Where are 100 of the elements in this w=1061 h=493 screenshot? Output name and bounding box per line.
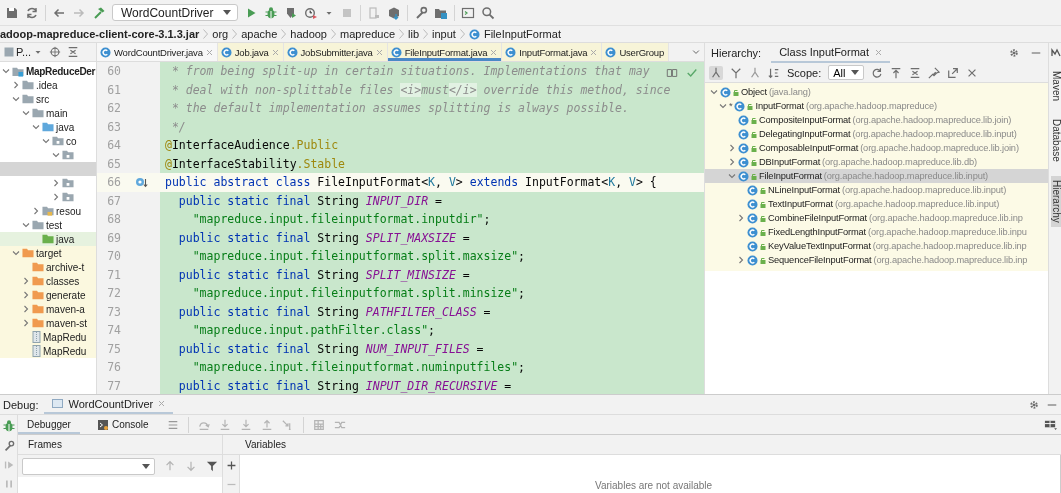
tree-row[interactable]: test: [0, 218, 96, 232]
tree-row[interactable]: .idea: [0, 78, 96, 92]
tree-row[interactable]: maven-a: [0, 302, 96, 316]
editor-tab[interactable]: Job.java: [217, 43, 284, 61]
editor-tab[interactable]: FileInputFormat.java: [387, 43, 503, 61]
editor-tab[interactable]: UserGroup: [602, 43, 670, 61]
close-icon[interactable]: [375, 48, 383, 56]
tree-item-label[interactable]: MapReduceDer: [26, 65, 96, 77]
collapse-chevron-icon[interactable]: [22, 277, 30, 285]
sync-icon[interactable]: [25, 5, 39, 20]
tree-row[interactable]: MapRedu: [0, 344, 96, 358]
tree-row[interactable]: SequenceFileInputFormat (org.apache.hadoop.mapreduce.lib.inp: [705, 253, 1048, 267]
class-name[interactable]: Object: [741, 87, 767, 97]
book-icon[interactable]: [666, 67, 678, 79]
subtypes-icon[interactable]: [749, 66, 761, 79]
class-name[interactable]: KeyValueTextInputFormat: [768, 241, 871, 251]
tree-row[interactable]: MapReduceDer: [0, 64, 96, 78]
collapse-chevron-icon[interactable]: [737, 214, 745, 222]
filter-icon[interactable]: [206, 460, 218, 472]
collapse-chevron-icon[interactable]: [12, 81, 20, 89]
tree-row[interactable]: Object (java.lang): [705, 85, 1048, 99]
supertypes-icon[interactable]: [730, 66, 742, 79]
close-icon[interactable]: [590, 48, 598, 56]
editor-tab[interactable]: WordCountDriver.java: [97, 43, 218, 61]
maven-icon[interactable]: [1051, 47, 1061, 57]
tree-row[interactable]: TextInputFormat (org.apache.hadoop.mapreduce.lib.input): [705, 197, 1048, 211]
tree-item-label[interactable]: co: [66, 135, 77, 147]
class-name[interactable]: FileInputFormat: [759, 171, 822, 181]
tree-item-label[interactable]: maven-st: [46, 317, 88, 329]
debug-tab[interactable]: Debugger: [18, 415, 80, 434]
editor-tab[interactable]: InputFormat.java: [502, 43, 603, 61]
tree-row[interactable]: * InputFormat (org.apache.hadoop.mapreduce): [705, 99, 1048, 113]
class-name[interactable]: CompositeInputFormat: [759, 115, 851, 125]
expand-chevron-icon[interactable]: [728, 172, 736, 180]
scope-dropdown[interactable]: All: [828, 65, 865, 80]
step-into-icon[interactable]: [218, 418, 231, 431]
cube-icon[interactable]: [387, 5, 402, 20]
tree-row[interactable]: co: [0, 134, 96, 148]
tool-window-tab[interactable]: Hierarchy: [1050, 175, 1061, 227]
tree-row[interactable]: maven-st: [0, 316, 96, 330]
tree-item-label[interactable]: test: [46, 219, 63, 231]
up-arrow-icon[interactable]: [164, 460, 176, 472]
class-name[interactable]: FixedLengthInputFormat: [768, 227, 866, 237]
collapse-chevron-icon[interactable]: [22, 291, 30, 299]
expand-chevron-icon[interactable]: [12, 249, 20, 257]
expand-chevron-icon[interactable]: [22, 109, 30, 117]
run-to-cursor-icon[interactable]: [281, 418, 294, 431]
expand-chevron-icon[interactable]: [42, 137, 50, 145]
settings-icon[interactable]: [1028, 398, 1040, 411]
collapse-chevron-icon[interactable]: [22, 305, 30, 313]
expand-chevron-icon[interactable]: [719, 102, 727, 110]
bug-icon[interactable]: [1, 419, 16, 433]
tree-item-label[interactable]: java: [56, 233, 75, 245]
tree-row[interactable]: resou: [0, 204, 96, 218]
breadcrumb-item[interactable]: adoop-mapreduce-client-core-3.1.3.jar: [0, 28, 200, 40]
tree-row[interactable]: java: [0, 120, 96, 134]
tree-item-label[interactable]: target: [36, 247, 62, 259]
tree-item-label[interactable]: main: [46, 107, 68, 119]
breadcrumb-item[interactable]: lib: [408, 28, 420, 40]
tree-item-label[interactable]: maven-a: [46, 303, 85, 315]
collapse-chevron-icon[interactable]: [52, 179, 60, 187]
tree-row[interactable]: archive-t: [0, 260, 96, 274]
close-icon[interactable]: [158, 400, 166, 407]
breadcrumb-item[interactable]: org: [212, 28, 229, 40]
tree-row[interactable]: java: [0, 232, 96, 246]
shield-icon[interactable]: [284, 5, 299, 20]
settings-icon[interactable]: [1008, 47, 1020, 59]
editor-tab[interactable]: JobSubmitter.java: [283, 43, 388, 61]
tree-row[interactable]: target: [0, 246, 96, 260]
collapse-chevron-icon[interactable]: [737, 256, 745, 264]
collapse-all-icon[interactable]: [67, 46, 80, 58]
breadcrumb-item[interactable]: FileInputFormat: [483, 28, 561, 40]
tree-item-label[interactable]: .idea: [36, 79, 58, 91]
class-name[interactable]: ComposableInputFormat: [759, 143, 859, 153]
target-icon[interactable]: [49, 46, 62, 58]
collapse-all-icon[interactable]: [909, 66, 922, 79]
expand-chevron-icon[interactable]: [32, 123, 40, 131]
tree-row[interactable]: NLineInputFormat (org.apache.hadoop.mapreduce.lib.input): [705, 183, 1048, 197]
tree-row[interactable]: CombineFileInputFormat (org.apache.hadoop.mapreduce.lib.inp: [705, 211, 1048, 225]
breadcrumb-item[interactable]: apache: [241, 28, 278, 40]
tree-item-label[interactable]: src: [36, 93, 50, 105]
window-icon[interactable]: [461, 5, 476, 20]
tree-row[interactable]: classes: [0, 274, 96, 288]
step-out-icon[interactable]: [260, 418, 273, 431]
tree-row[interactable]: main: [0, 106, 96, 120]
class-name[interactable]: InputFormat: [755, 101, 804, 111]
thread-dropdown[interactable]: [22, 457, 155, 475]
wrench-icon[interactable]: [2, 440, 15, 452]
hammer-icon[interactable]: [92, 5, 106, 20]
resume-icon[interactable]: [2, 459, 15, 471]
run-configuration-dropdown[interactable]: WordCountDriver: [112, 4, 239, 21]
close-icon[interactable]: [490, 48, 498, 56]
expand-chevron-icon[interactable]: [22, 221, 30, 229]
tree-row[interactable]: CompositeInputFormat (org.apache.hadoop.mapreduce.lib.join): [705, 113, 1048, 127]
expand-chevron-icon[interactable]: [52, 151, 60, 159]
force-step-into-icon[interactable]: [239, 418, 252, 431]
class-name[interactable]: CombineFileInputFormat: [768, 213, 867, 223]
tool-window-tab[interactable]: Maven: [1050, 67, 1061, 105]
debug-tab[interactable]: Console: [88, 415, 158, 434]
breadcrumb-item[interactable]: mapreduce: [340, 28, 396, 40]
